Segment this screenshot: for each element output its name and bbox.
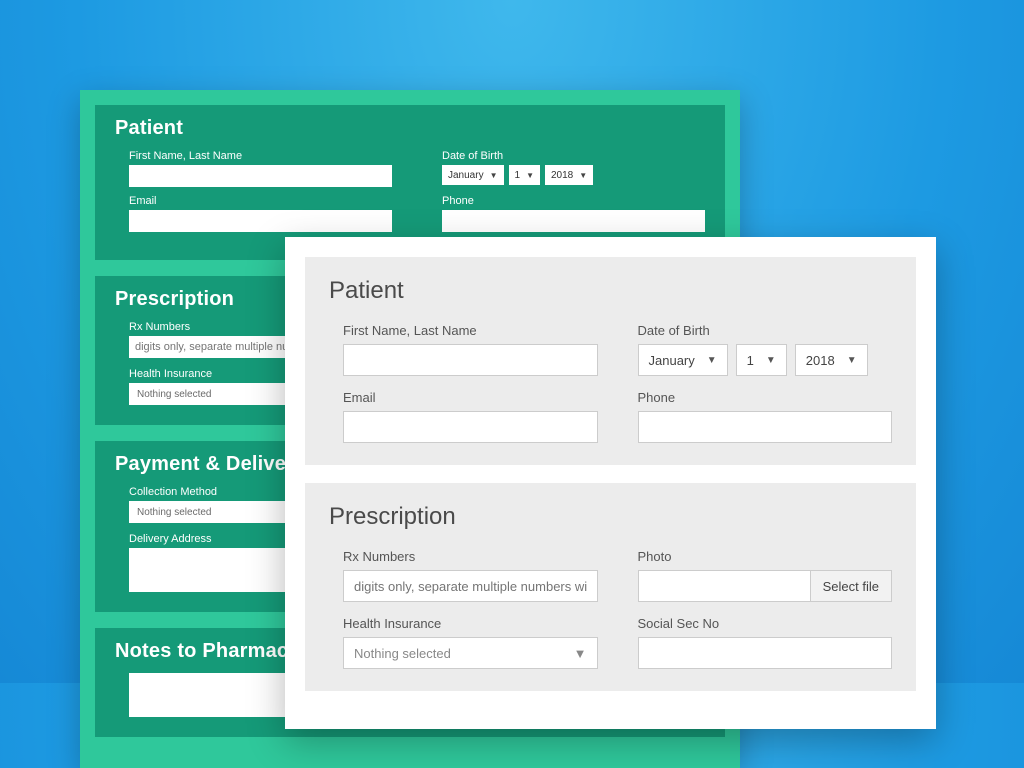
caret-down-icon: ▼ — [574, 646, 587, 661]
dob-year-select[interactable]: 2018 ▼ — [795, 344, 868, 376]
email-label: Email — [129, 195, 392, 207]
dob-select-strip: January ▼ 1 ▼ 2018 ▼ — [638, 344, 893, 376]
phone-label: Phone — [638, 390, 893, 405]
phone-input[interactable] — [442, 210, 705, 232]
select-file-button[interactable]: Select file — [810, 570, 892, 602]
dob-month-select[interactable]: January ▼ — [442, 165, 504, 185]
prescription-section: Prescription Rx Numbers Photo Select fil… — [305, 483, 916, 691]
rx-field: Rx Numbers — [329, 549, 598, 602]
name-input[interactable] — [343, 344, 598, 376]
email-label: Email — [343, 390, 598, 405]
name-label: First Name, Last Name — [129, 150, 392, 162]
caret-down-icon: ▼ — [847, 355, 857, 366]
caret-down-icon: ▼ — [766, 355, 776, 366]
patient-title: Patient — [115, 117, 705, 140]
ssn-field: Social Sec No — [638, 616, 893, 669]
name-input[interactable] — [129, 165, 392, 187]
dob-year-select[interactable]: 2018 ▼ — [545, 165, 593, 185]
dob-label: Date of Birth — [442, 150, 705, 162]
caret-down-icon: ▼ — [490, 171, 498, 180]
ssn-input[interactable] — [638, 637, 893, 669]
dob-day-value: 1 — [515, 170, 521, 181]
hi-select[interactable]: Nothing selected ▼ — [343, 637, 598, 669]
rx-label: Rx Numbers — [343, 549, 598, 564]
phone-input[interactable] — [638, 411, 893, 443]
dob-month-value: January — [448, 170, 484, 181]
dob-day-select[interactable]: 1 ▼ — [509, 165, 540, 185]
name-field: First Name, Last Name — [115, 150, 392, 187]
hi-label: Health Insurance — [343, 616, 598, 631]
photo-label: Photo — [638, 549, 893, 564]
patient-title: Patient — [329, 277, 892, 305]
dob-month-value: January — [649, 353, 695, 368]
name-label: First Name, Last Name — [343, 323, 598, 338]
dob-label: Date of Birth — [638, 323, 893, 338]
photo-path-input[interactable] — [638, 570, 810, 602]
phone-field: Phone — [638, 390, 893, 443]
caret-down-icon: ▼ — [579, 171, 587, 180]
collect-value: Nothing selected — [137, 507, 212, 518]
prescription-title: Prescription — [329, 503, 892, 531]
dob-year-value: 2018 — [806, 353, 835, 368]
phone-label: Phone — [442, 195, 705, 207]
dob-field: Date of Birth January ▼ 1 ▼ 2018 ▼ — [442, 150, 705, 187]
ssn-label: Social Sec No — [638, 616, 893, 631]
hi-value: Nothing selected — [354, 646, 451, 661]
hi-field: Health Insurance Nothing selected ▼ — [329, 616, 598, 669]
email-input[interactable] — [129, 210, 392, 232]
foreground-form-card: Patient First Name, Last Name Date of Bi… — [285, 237, 936, 729]
dob-day-value: 1 — [747, 353, 754, 368]
phone-field: Phone — [442, 195, 705, 232]
rx-input[interactable] — [343, 570, 598, 602]
hi-value: Nothing selected — [137, 389, 212, 400]
dob-month-select[interactable]: January ▼ — [638, 344, 728, 376]
name-field: First Name, Last Name — [329, 323, 598, 376]
dob-year-value: 2018 — [551, 170, 573, 181]
email-field: Email — [115, 195, 392, 232]
email-input[interactable] — [343, 411, 598, 443]
dob-field: Date of Birth January ▼ 1 ▼ 2018 ▼ — [638, 323, 893, 376]
caret-down-icon: ▼ — [526, 171, 534, 180]
email-field: Email — [329, 390, 598, 443]
caret-down-icon: ▼ — [707, 355, 717, 366]
photo-field: Photo Select file — [638, 549, 893, 602]
patient-section: Patient First Name, Last Name Date of Bi… — [305, 257, 916, 465]
dob-day-select[interactable]: 1 ▼ — [736, 344, 787, 376]
photo-file-group: Select file — [638, 570, 893, 602]
dob-select-strip: January ▼ 1 ▼ 2018 ▼ — [442, 165, 705, 185]
